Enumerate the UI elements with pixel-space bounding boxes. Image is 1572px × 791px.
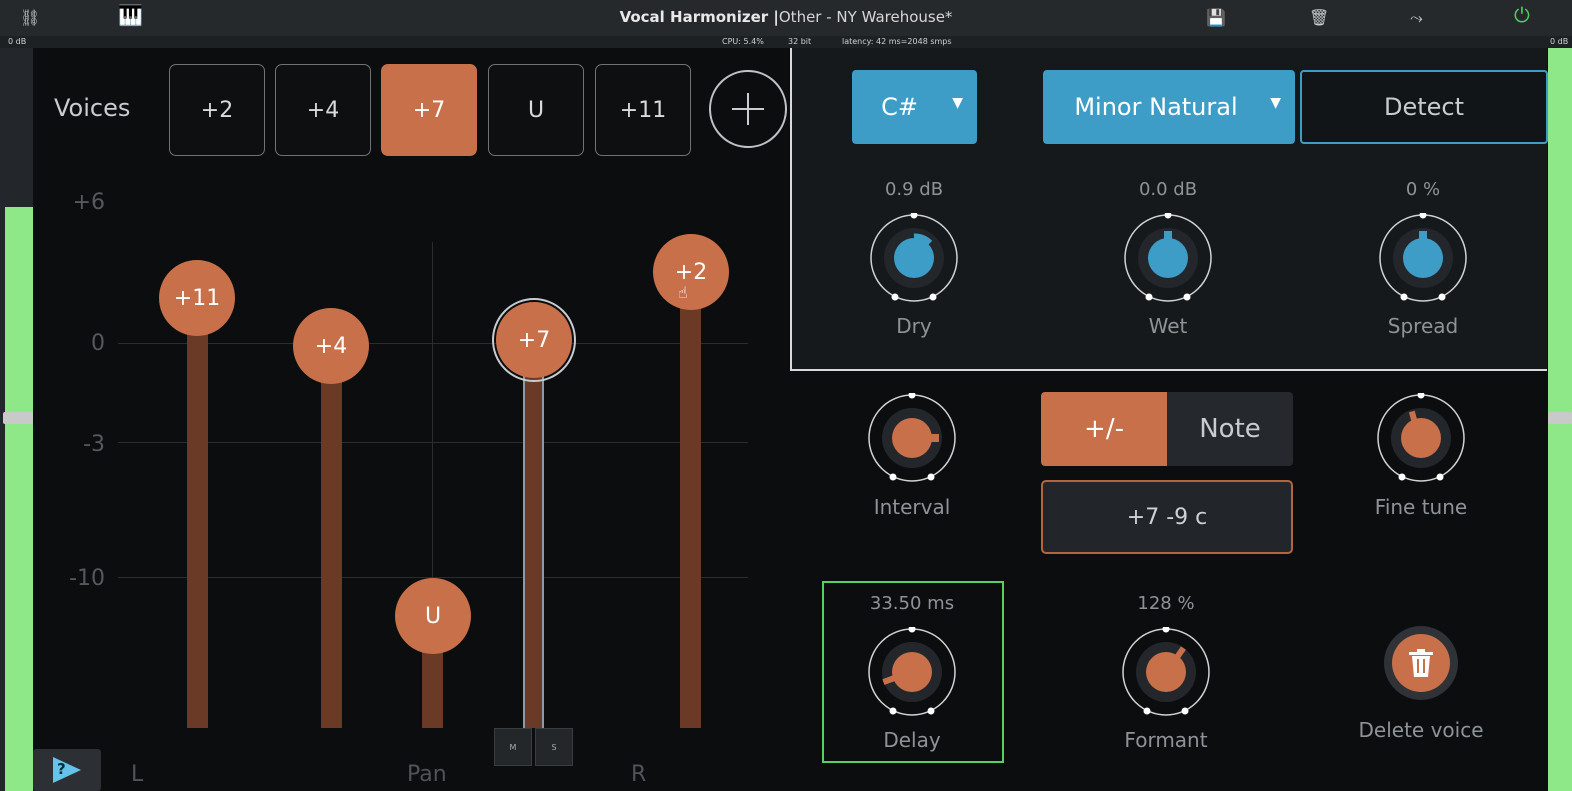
bit-depth-readout: 32 bit <box>788 37 812 46</box>
plugin-main: Voices +2 +4 +7 U +11 +6 0 -3 -10 +11 +4… <box>33 48 1548 791</box>
left-level-readout: 0 dB <box>8 37 27 46</box>
input-level-fill <box>5 207 33 791</box>
pan-center-line <box>432 242 433 577</box>
voice-handle-plus11[interactable]: +11 <box>159 260 235 336</box>
wet-knob[interactable] <box>1123 213 1213 303</box>
voice-button-plus7[interactable]: +7 <box>381 64 477 156</box>
routing-icon[interactable]: ⤳ <box>1410 9 1423 27</box>
wet-value: 0.0 dB <box>1138 179 1198 200</box>
voice-bar-plus4 <box>321 345 342 728</box>
interval-knob[interactable] <box>867 393 957 483</box>
delete-voice-button[interactable] <box>1384 626 1458 700</box>
output-level-meter <box>1548 48 1572 791</box>
fine-tune-knob[interactable] <box>1376 393 1466 483</box>
cpu-readout: CPU: 5.4% <box>722 37 764 46</box>
delete-voice-label: Delete voice <box>1358 718 1484 742</box>
grid-label-plus6: +6 <box>72 190 105 215</box>
output-gain-handle[interactable] <box>1548 412 1572 424</box>
delay-knob[interactable] <box>867 627 957 717</box>
power-icon[interactable]: ⏻ <box>1514 5 1530 25</box>
global-settings-panel: C# ▼ Minor Natural ▼ Detect 0.9 dB Dry 0… <box>790 48 1548 371</box>
right-level-readout: 0 dB <box>1550 37 1569 46</box>
fine-tune-label: Fine tune <box>1374 495 1468 519</box>
axis-label-left: L <box>131 762 144 787</box>
voice-handle-unison[interactable]: U <box>395 578 471 654</box>
wet-label: Wet <box>1148 314 1188 338</box>
save-icon[interactable]: 💾 <box>1206 9 1226 27</box>
add-voice-button[interactable] <box>709 70 787 148</box>
voice-button-unison[interactable]: U <box>488 64 584 156</box>
status-bar: 0 dB CPU: 5.4% 32 bit latency: 42 ms=204… <box>0 36 1572 48</box>
mute-button[interactable]: M <box>494 728 532 766</box>
voice-bar-plus7 <box>523 342 544 728</box>
help-button[interactable]: ? <box>33 749 101 791</box>
voice-handle-plus2[interactable]: +2 <box>653 234 729 310</box>
grid-label-minus10: -10 <box>69 566 105 591</box>
dry-label: Dry <box>896 314 932 338</box>
spread-knob[interactable] <box>1378 213 1468 303</box>
detect-button[interactable]: Detect <box>1300 70 1548 144</box>
trash-icon <box>1409 649 1433 677</box>
formant-knob[interactable] <box>1121 627 1211 717</box>
spread-value: 0 % <box>1405 179 1441 200</box>
scale-dropdown[interactable]: Minor Natural ▼ <box>1043 70 1295 144</box>
voices-label: Voices <box>54 94 131 122</box>
window-title: Vocal Harmonizer |Other - NY Warehouse* <box>619 8 953 26</box>
hand-cursor-icon: ☝ <box>678 283 688 302</box>
voice-button-plus2[interactable]: +2 <box>169 64 265 156</box>
interval-value-field[interactable]: +7 -9 c <box>1041 480 1293 554</box>
voice-bar-plus11 <box>187 298 208 728</box>
trash-icon[interactable]: 🗑 <box>1309 9 1329 27</box>
input-level-meter <box>0 48 33 791</box>
voice-handle-plus4[interactable]: +4 <box>293 308 369 384</box>
spread-label: Spread <box>1387 314 1459 338</box>
input-gain-handle[interactable] <box>3 412 33 424</box>
grid-label-0: 0 <box>91 331 105 356</box>
grid-line-0 <box>118 343 748 344</box>
delay-label: Delay <box>883 728 941 752</box>
title-bar: ⛓ 🎹 Vocal Harmonizer |Other - NY Warehou… <box>0 0 1572 36</box>
voice-bar-plus2 <box>680 270 701 728</box>
grid-label-minus3: -3 <box>83 432 105 457</box>
plus-minus-mode-toggle[interactable]: +/- <box>1041 392 1167 466</box>
interval-label: Interval <box>873 495 951 519</box>
chevron-down-icon: ▼ <box>1270 95 1281 111</box>
dry-value: 0.9 dB <box>884 179 944 200</box>
key-dropdown[interactable]: C# ▼ <box>852 70 977 144</box>
solo-button[interactable]: S <box>535 728 573 766</box>
axis-label-pan: Pan <box>407 762 447 787</box>
latency-readout: latency: 42 ms=2048 smps <box>842 37 952 46</box>
voice-button-plus11[interactable]: +11 <box>595 64 691 156</box>
chevron-down-icon: ▼ <box>952 95 963 111</box>
note-mode-toggle[interactable]: Note <box>1167 392 1293 466</box>
dry-knob[interactable] <box>869 213 959 303</box>
voice-button-plus4[interactable]: +4 <box>275 64 371 156</box>
delay-value: 33.50 ms <box>869 593 955 614</box>
formant-label: Formant <box>1124 728 1208 752</box>
axis-label-right: R <box>631 762 647 787</box>
voice-handle-plus7[interactable]: +7 <box>496 302 572 378</box>
grid-line-minus3 <box>118 442 748 443</box>
formant-value: 128 % <box>1137 593 1195 614</box>
